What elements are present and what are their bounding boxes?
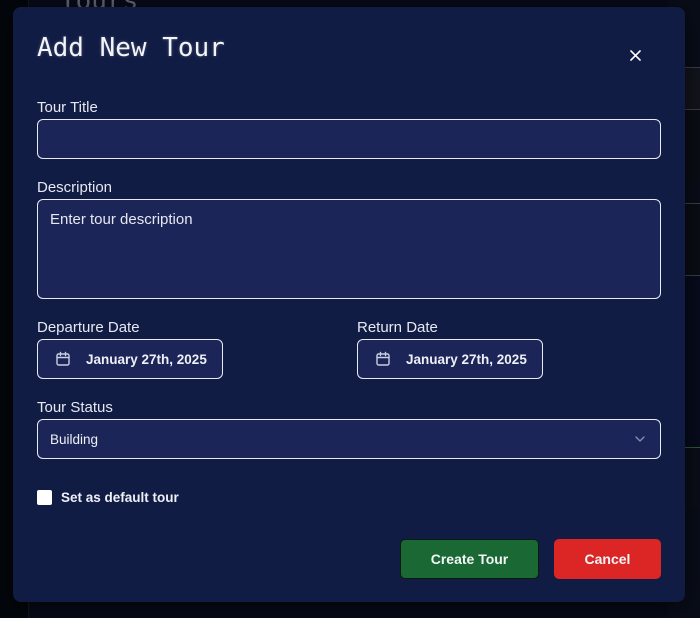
tour-status-value: Building	[50, 431, 99, 447]
default-tour-option: Set as default tour	[37, 490, 179, 505]
chevron-down-icon	[634, 433, 646, 445]
create-tour-button[interactable]: Create Tour	[400, 539, 539, 579]
description-field-wrapper	[37, 199, 661, 299]
description-textarea[interactable]	[38, 200, 660, 298]
default-tour-checkbox[interactable]	[37, 490, 52, 505]
tour-title-label: Tour Title	[37, 99, 98, 116]
tour-status-label: Tour Status	[37, 399, 113, 416]
default-tour-label[interactable]: Set as default tour	[61, 490, 179, 505]
return-date-label: Return Date	[357, 319, 438, 336]
cancel-button[interactable]: Cancel	[554, 539, 661, 579]
departure-date-picker[interactable]: January 27th, 2025	[37, 339, 223, 379]
departure-date-value: January 27th, 2025	[86, 351, 207, 367]
dialog-title: Add New Tour	[37, 33, 225, 63]
close-button[interactable]	[625, 45, 645, 65]
return-date-value: January 27th, 2025	[406, 351, 527, 367]
close-icon	[629, 49, 641, 61]
tour-status-select[interactable]: Building	[37, 419, 661, 459]
add-tour-dialog: Add New Tour Tour Title Description Depa…	[13, 7, 685, 602]
tour-title-input[interactable]	[38, 120, 660, 158]
calendar-icon	[55, 351, 71, 367]
departure-date-label: Departure Date	[37, 319, 140, 336]
return-date-picker[interactable]: January 27th, 2025	[357, 339, 543, 379]
tour-title-field-wrapper	[37, 119, 661, 159]
description-label: Description	[37, 179, 113, 196]
calendar-icon	[375, 351, 391, 367]
